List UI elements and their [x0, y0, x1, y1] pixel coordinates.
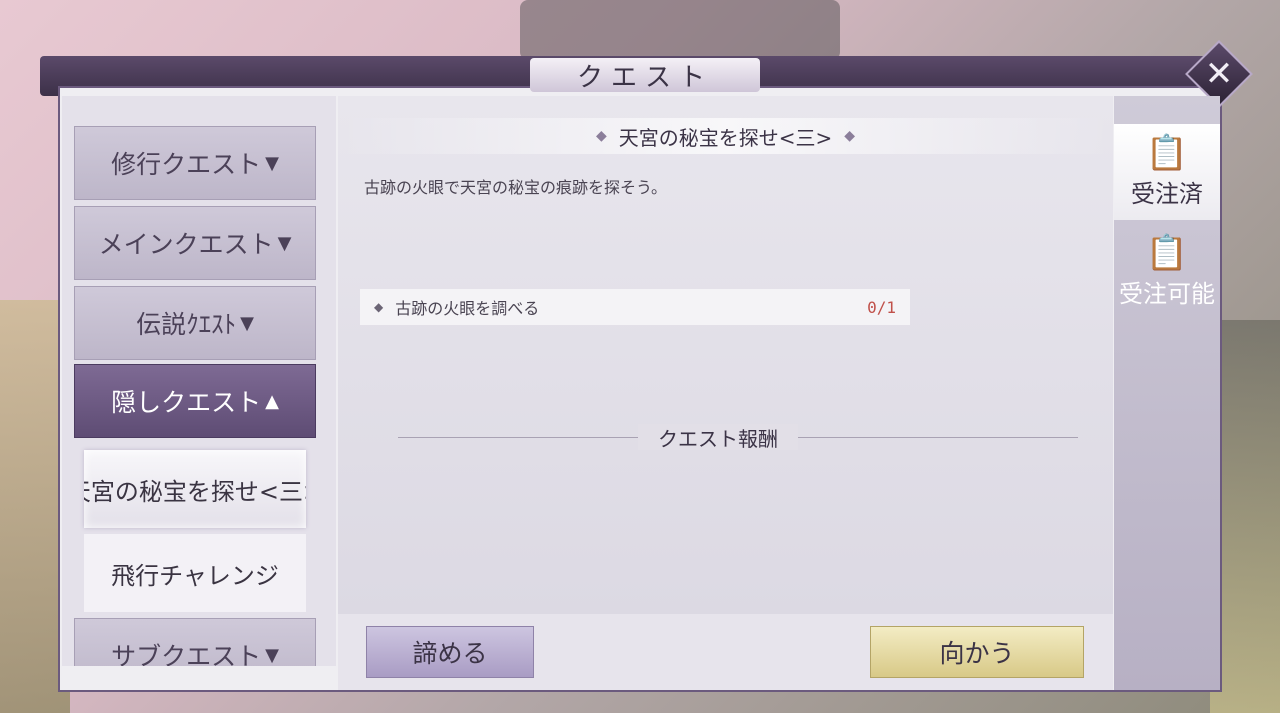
quest-status-tabs: 📋 受注済 📋 受注可能	[1114, 96, 1220, 690]
quest-description: 古跡の火眼で天宮の秘宝の痕跡を探そう。	[364, 178, 668, 197]
category-main-quest[interactable]: メインクエスト ▼	[74, 206, 316, 280]
objective-label: 古跡の火眼を調べる	[395, 299, 540, 318]
chevron-up-icon: ▲	[265, 390, 279, 412]
category-label: メインクエスト	[98, 230, 274, 259]
category-label: サブクエスト	[111, 642, 262, 666]
category-sub-quest[interactable]: サブクエスト ▼	[74, 618, 316, 666]
quest-item-selected[interactable]: 天宮の秘宝を探せ<三>	[84, 450, 306, 528]
diamond-icon: ◆	[374, 300, 384, 314]
clipboard-check-icon: 📋	[1145, 132, 1189, 173]
action-bar: 諦める 向かう	[338, 614, 1113, 690]
chevron-down-icon: ▼	[240, 312, 254, 334]
chevron-down-icon: ▼	[265, 152, 279, 174]
category-label: 伝説ｸｴｽﾄ	[136, 310, 237, 339]
tab-accepted[interactable]: 📋 受注済	[1114, 124, 1220, 220]
quest-item[interactable]: 飛行チャレンジ	[84, 534, 306, 612]
chevron-down-icon: ▼	[277, 232, 292, 254]
chevron-down-icon: ▼	[265, 644, 279, 666]
quest-item-label: 飛行チャレンジ	[111, 561, 279, 590]
category-label: 隠しクエスト	[111, 388, 262, 417]
diamond-icon: ◆	[595, 128, 607, 144]
tab-available[interactable]: 📋 受注可能	[1114, 224, 1220, 320]
category-hidden-quest[interactable]: 隠しクエスト ▲	[74, 364, 316, 438]
close-icon[interactable]: ✕	[1195, 50, 1243, 98]
quest-detail-pane: ◆ 天宮の秘宝を探せ<三> ◆ 古跡の火眼で天宮の秘宝の痕跡を探そう。 ◆ 古跡…	[338, 96, 1113, 614]
quest-category-list: 修行クエスト ▼ メインクエスト ▼ 伝説ｸｴｽﾄ ▼ 隠しクエスト ▲ 天宮の…	[62, 96, 336, 666]
category-label: 修行クエスト	[111, 150, 262, 179]
window-title: クエスト	[530, 58, 760, 93]
background-shape	[520, 0, 840, 60]
category-legend-quest[interactable]: 伝説ｸｴｽﾄ ▼	[74, 286, 316, 360]
tab-label: 受注可能	[1119, 279, 1215, 308]
diamond-icon: ◆	[844, 128, 856, 144]
category-training-quest[interactable]: 修行クエスト ▼	[74, 126, 316, 200]
quest-title: ◆ 天宮の秘宝を探せ<三> ◆	[338, 118, 1113, 154]
quest-objective: ◆ 古跡の火眼を調べる 0/1	[360, 289, 910, 325]
go-button[interactable]: 向かう	[870, 626, 1084, 678]
clipboard-info-icon: 📋	[1145, 232, 1189, 273]
quest-item-label: 天宮の秘宝を探せ<三>	[84, 477, 306, 506]
reward-heading: クエスト報酬	[638, 424, 798, 451]
tab-label: 受注済	[1131, 179, 1203, 208]
give-up-button[interactable]: 諦める	[366, 626, 534, 678]
quest-title-text: 天宮の秘宝を探せ<三>	[618, 125, 833, 150]
objective-progress: 0/1	[867, 297, 896, 317]
